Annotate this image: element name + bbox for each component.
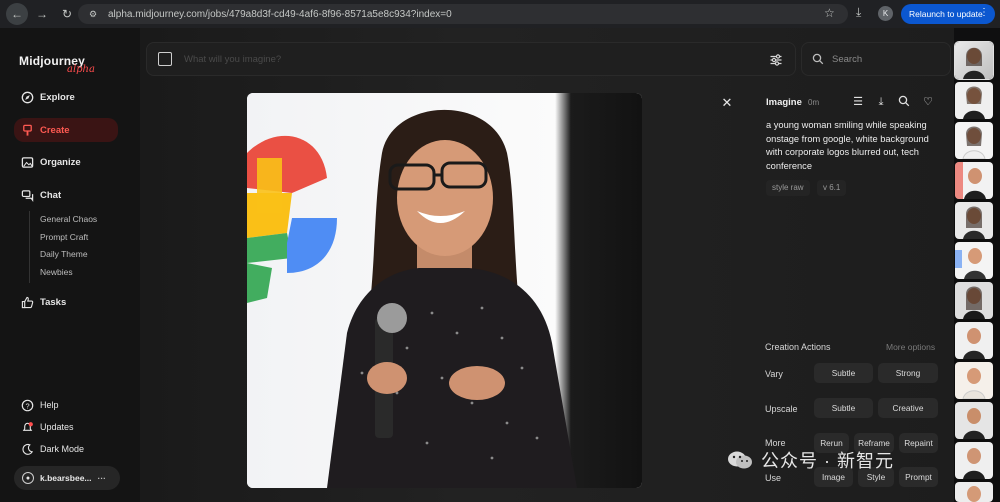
thumbs-up-icon [20, 295, 34, 309]
vary-label: Vary [765, 369, 783, 379]
logo-alpha-tag: alpha [67, 64, 95, 75]
back-button[interactable]: ← [6, 3, 28, 25]
upscale-label: Upscale [765, 404, 798, 414]
browser-menu-icon[interactable]: ⋮ [979, 7, 989, 18]
chat-rooms-divider [29, 211, 30, 283]
relaunch-button[interactable]: Relaunch to update ⋮ [901, 4, 995, 24]
forward-button[interactable]: → [31, 3, 53, 25]
thumbnail-strip [954, 40, 1000, 502]
brush-icon [20, 123, 34, 137]
bell-icon [20, 420, 34, 434]
thumbnail[interactable] [955, 322, 993, 359]
thumbnail[interactable] [954, 41, 994, 80]
help-icon: ? [20, 398, 34, 412]
sidebar-item-label: Updates [40, 422, 74, 432]
relaunch-label: Relaunch to update [909, 9, 983, 19]
compass-icon [20, 90, 34, 104]
thumbnail[interactable] [955, 242, 993, 279]
thumbnail[interactable] [955, 202, 993, 239]
sidebar-item-explore[interactable]: Explore [14, 85, 118, 109]
menu-lines-icon[interactable]: ☰ [851, 95, 865, 109]
chat-room-daily-theme[interactable]: Daily Theme [40, 249, 88, 259]
image-upload-icon[interactable] [158, 52, 172, 66]
sidebar-item-label: Chat [40, 189, 62, 201]
chat-room-newbies[interactable]: Newbies [40, 267, 73, 277]
detail-title: Imagine [766, 97, 802, 108]
download-icon[interactable]: ⤓ [856, 5, 861, 20]
user-more-icon[interactable]: ··· [98, 473, 107, 483]
thumbnail[interactable] [955, 162, 993, 199]
prompt-text[interactable]: a young woman smiling while speaking ons… [766, 119, 944, 173]
sidebar-item-label: Organize [40, 156, 81, 168]
detail-time: 0m [808, 98, 820, 107]
sidebar-item-tasks[interactable]: Tasks [14, 290, 118, 314]
bookmark-star-icon[interactable]: ☆ [824, 6, 835, 20]
prompt-bar [146, 42, 796, 76]
sidebar-item-dark-mode[interactable]: Dark Mode [14, 437, 118, 461]
vary-strong-button[interactable]: Strong [878, 363, 938, 383]
chat-room-general-chaos[interactable]: General Chaos [40, 214, 97, 224]
sidebar-item-updates[interactable]: Updates [14, 415, 118, 439]
chat-room-prompt-craft[interactable]: Prompt Craft [40, 232, 88, 242]
creation-actions-title: Creation Actions [765, 342, 831, 352]
browser-toolbar: ← → ↻ ⚙ alpha.midjourney.com/jobs/479a8d… [0, 0, 1000, 28]
vary-subtle-button[interactable]: Subtle [814, 363, 873, 383]
search-input[interactable] [832, 53, 942, 65]
prompt-input[interactable] [184, 49, 744, 69]
generated-image-illustration [247, 93, 642, 488]
wechat-icon [727, 450, 753, 470]
use-label: Use [765, 473, 782, 483]
thumbnail[interactable] [955, 482, 993, 502]
thumbnail[interactable] [955, 82, 993, 119]
heart-icon[interactable]: ♡ [921, 95, 935, 109]
thumbnail[interactable] [955, 402, 993, 439]
reload-button[interactable]: ↻ [56, 3, 78, 25]
upscale-creative-button[interactable]: Creative [878, 398, 938, 418]
sidebar-item-help[interactable]: ? Help [14, 393, 118, 417]
download-image-icon[interactable]: ⤓ [874, 95, 888, 109]
profile-avatar[interactable]: K [878, 6, 893, 21]
sidebar-item-label: Help [40, 400, 59, 410]
search-similar-icon[interactable] [897, 95, 911, 109]
repaint-button[interactable]: Repaint [899, 433, 938, 453]
sidebar-item-create[interactable]: Create [14, 118, 118, 142]
sidebar: Midjourney alpha Explore Create Organize [0, 28, 140, 502]
sidebar-item-label: Dark Mode [40, 444, 85, 454]
thumbnail[interactable] [955, 442, 993, 479]
search-bar [801, 42, 951, 76]
generated-image[interactable] [247, 93, 642, 488]
thumbnail[interactable] [955, 282, 993, 319]
sidebar-item-label: Explore [40, 91, 75, 103]
moon-icon [20, 442, 34, 456]
tag-version[interactable]: v 6.1 [817, 180, 847, 196]
close-icon[interactable]: ✕ [720, 96, 734, 110]
sidebar-item-label: Tasks [40, 296, 67, 308]
url-text: alpha.midjourney.com/jobs/479a8d3f-cd49-… [108, 8, 452, 20]
sidebar-item-label: Create [40, 124, 70, 136]
thumbnail[interactable] [955, 362, 993, 399]
midjourney-window: ← → ↻ ⚙ alpha.midjourney.com/jobs/479a8d… [0, 0, 1000, 502]
search-icon [812, 53, 824, 65]
logo[interactable]: Midjourney alpha [19, 52, 95, 75]
site-info-icon[interactable]: ⚙ [86, 7, 100, 21]
upscale-subtle-button[interactable]: Subtle [814, 398, 873, 418]
username: k.bearsbee... [40, 473, 92, 483]
sidebar-item-chat[interactable]: Chat [14, 183, 118, 207]
tag-style-raw[interactable]: style raw [766, 180, 810, 196]
address-bar[interactable]: ⚙ alpha.midjourney.com/jobs/479a8d3f-cd4… [78, 4, 848, 24]
use-prompt-button[interactable]: Prompt [899, 467, 938, 487]
chat-icon [20, 188, 34, 202]
user-menu[interactable]: ● k.bearsbee... ··· [14, 466, 120, 490]
more-options-link[interactable]: More options [886, 342, 935, 352]
user-icon: ● [22, 472, 34, 484]
svg-text:?: ? [25, 401, 29, 410]
settings-sliders-icon[interactable] [769, 53, 783, 67]
watermark-text: 公众号 · 新智元 [761, 451, 894, 471]
sidebar-item-organize[interactable]: Organize [14, 150, 118, 174]
thumbnail[interactable] [955, 122, 993, 159]
image-icon [20, 155, 34, 169]
wechat-watermark: 公众号 · 新智元 [727, 447, 894, 473]
